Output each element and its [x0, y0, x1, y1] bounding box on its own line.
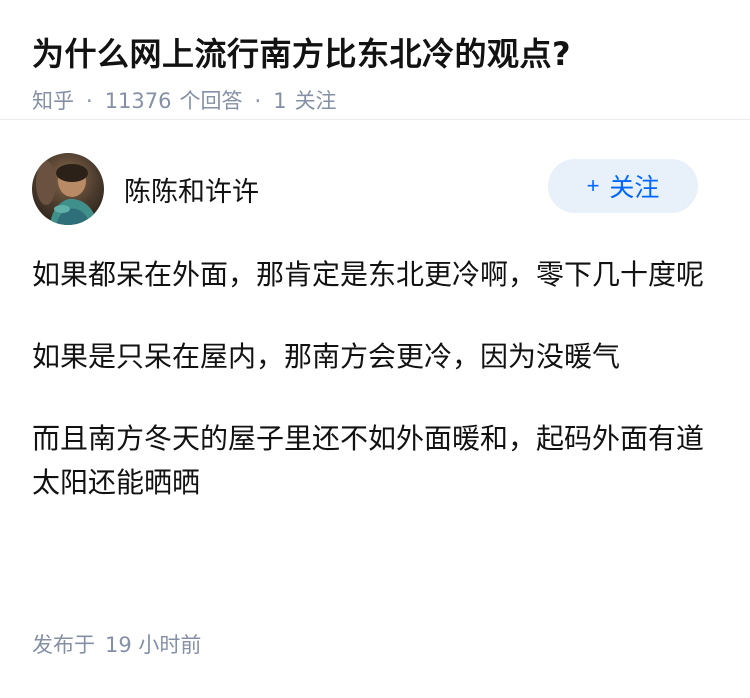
question-meta: 知乎 · 11376 个回答 · 1 关注	[32, 86, 718, 116]
answer-paragraph: 如果是只呆在屋内，那南方会更冷，因为没暖气	[32, 340, 621, 373]
answer-paragraph: 如果都呆在外面，那肯定是东北更冷啊，零下几十度呢	[32, 258, 705, 291]
follow-count: 1	[273, 89, 287, 113]
published-label: 发布于	[32, 633, 95, 657]
answer-count-label: 个回答	[179, 89, 243, 113]
plus-icon: +	[586, 173, 600, 198]
author-name[interactable]: 陈陈和许许	[124, 170, 259, 209]
published-time: 19 小时前	[105, 633, 202, 657]
follow-count-label: 关注	[294, 89, 337, 113]
meta-separator: ·	[86, 89, 93, 113]
source-label: 知乎	[32, 89, 74, 113]
publish-info: 发布于 19 小时前	[32, 630, 201, 660]
answer-content: 如果都呆在外面，那肯定是东北更冷啊，零下几十度呢 如果是只呆在屋内，那南方会更冷…	[32, 253, 718, 505]
question-title[interactable]: 为什么网上流行南方比东北冷的观点?	[32, 30, 718, 78]
follow-button-label: 关注	[609, 174, 660, 202]
answer-paragraph: 而且南方冬天的屋子里还不如外面暖和，起码外面有道太阳还能晒晒	[32, 422, 705, 499]
question-header: 为什么网上流行南方比东北冷的观点? 知乎 · 11376 个回答 · 1 关注	[0, 0, 750, 120]
avatar-photo-icon	[32, 153, 104, 225]
author-avatar[interactable]	[32, 153, 104, 225]
answer-count: 11376	[104, 89, 172, 113]
meta-separator: ·	[254, 89, 262, 113]
answer-card: 陈陈和许许 + 关注 如果都呆在外面，那肯定是东北更冷啊，零下几十度呢 如果是只…	[0, 153, 750, 505]
author-row: 陈陈和许许 + 关注	[32, 153, 718, 225]
follow-button[interactable]: + 关注	[548, 159, 698, 213]
